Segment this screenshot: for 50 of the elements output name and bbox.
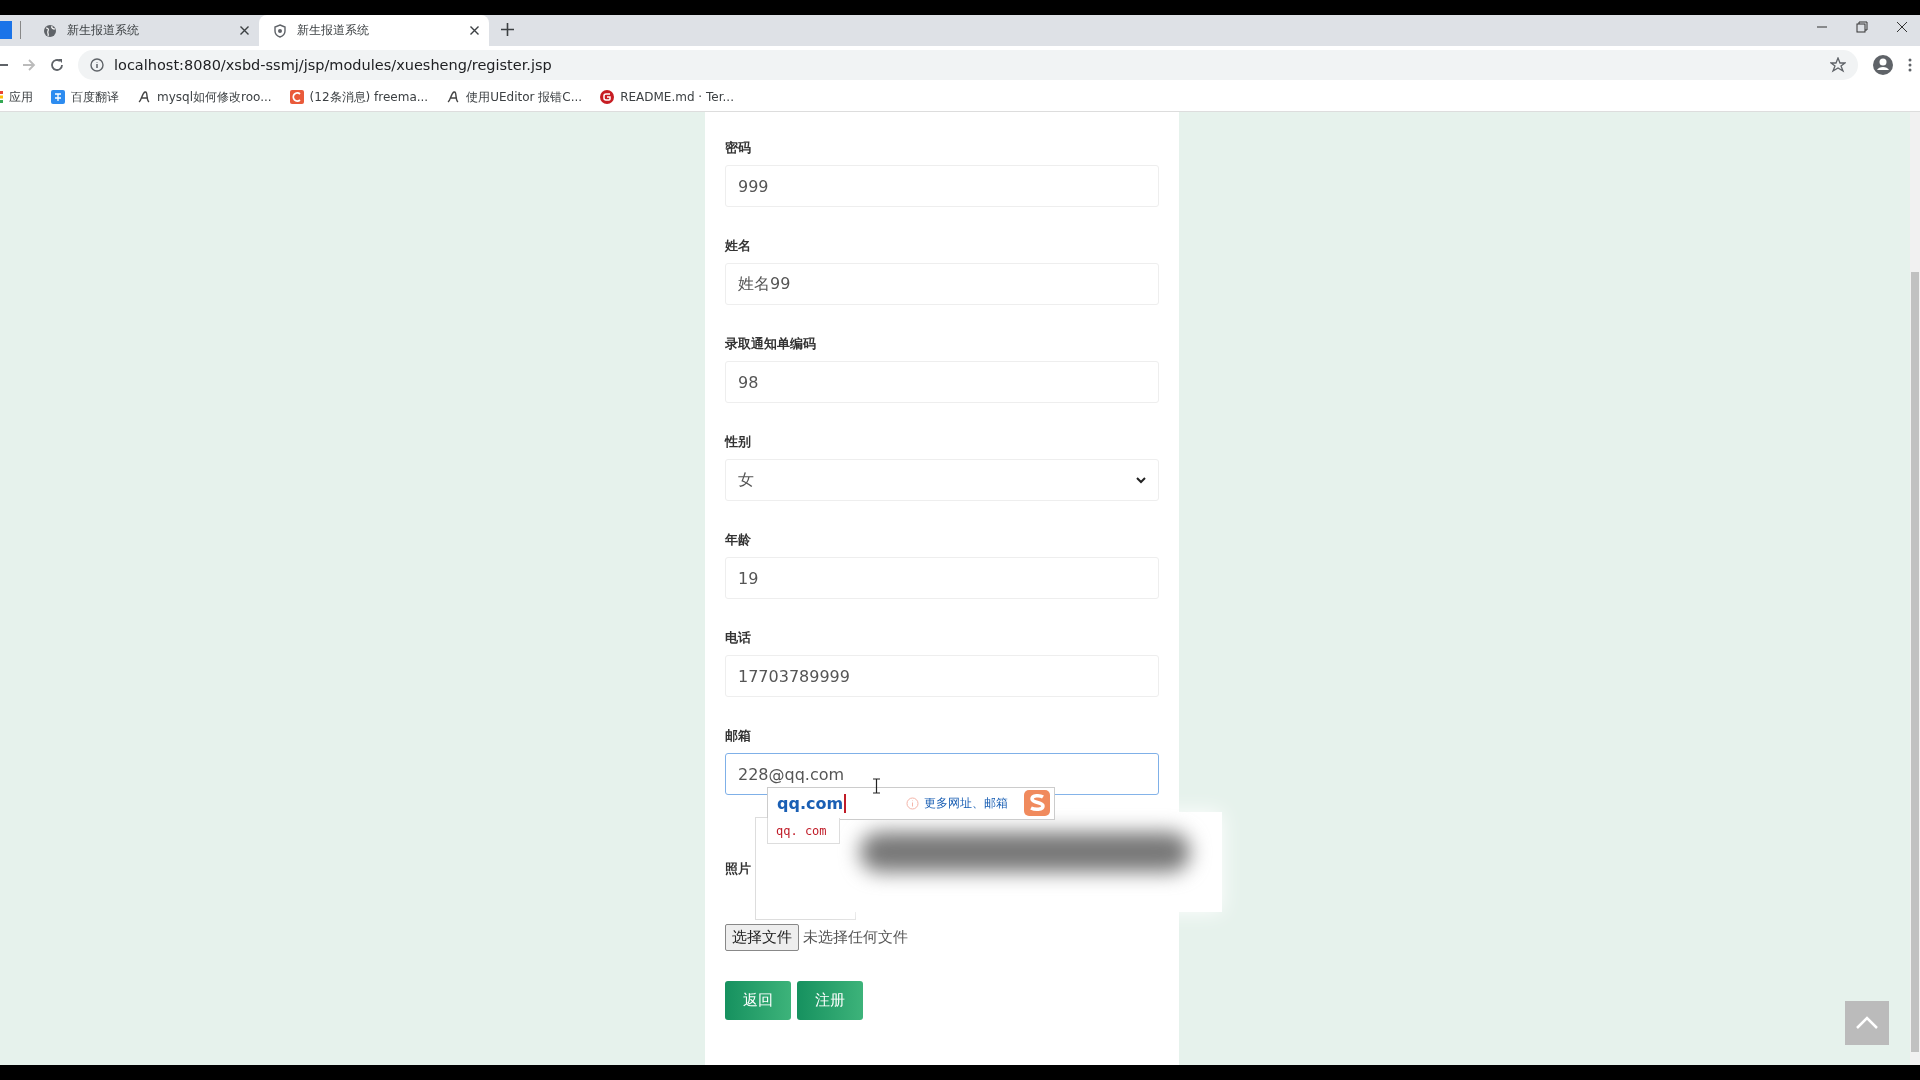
url-text: localhost:8080/xsbd-ssmj/jsp/modules/xuesheng/register.jsp xyxy=(114,56,553,73)
account-icon[interactable] xyxy=(1872,53,1894,76)
input-field[interactable]: 999 xyxy=(725,165,1159,207)
star-icon[interactable] xyxy=(1830,56,1846,73)
field-label: 密码 xyxy=(725,139,752,157)
select-dropdown[interactable]: 女 xyxy=(725,459,1159,501)
bookmark-link[interactable]: README.md · Ter... xyxy=(620,90,734,104)
browser-tab[interactable]: 新生报道系统 xyxy=(259,15,489,46)
field-label: 性别 xyxy=(725,433,752,451)
bookmark-link[interactable]: 使用UEditor 报错C... xyxy=(466,88,583,106)
bookmark-link[interactable]: mysql如何修改roo... xyxy=(157,88,272,106)
bookmark-link[interactable]: 应用 xyxy=(9,88,33,106)
file-status: 未选择任何文件 xyxy=(803,928,908,947)
field-label: 姓名 xyxy=(725,237,752,255)
browser-tab[interactable]: 新生报道系统 xyxy=(29,15,259,46)
input-field[interactable]: 17703789999 xyxy=(725,655,1159,697)
new-tab-icon[interactable] xyxy=(501,23,514,36)
choose-file-button[interactable]: 选择文件 xyxy=(725,924,799,951)
field-label: 年龄 xyxy=(725,531,752,549)
address-bar[interactable]: localhost:8080/xsbd-ssmj/jsp/modules/xuesheng/register.jsp xyxy=(78,49,1858,80)
close-icon[interactable] xyxy=(1896,21,1908,33)
input-field[interactable]: 98 xyxy=(725,361,1159,403)
text-cursor-icon xyxy=(872,778,881,794)
bookmark-link[interactable]: (12条消息) freema... xyxy=(309,88,429,106)
close-tab-icon[interactable] xyxy=(240,26,249,35)
scrollbar[interactable] xyxy=(1910,112,1920,1065)
more-link[interactable]: 更多网址、邮箱 xyxy=(924,795,1009,812)
shield-icon xyxy=(273,23,287,38)
letter-c-icon xyxy=(289,90,304,104)
apps-icon xyxy=(0,91,3,103)
field-label: 照片 xyxy=(725,859,751,878)
input-field[interactable]: 19 xyxy=(725,557,1159,599)
bookmark-link[interactable]: 百度翻译 xyxy=(71,88,119,106)
chevron-up-icon xyxy=(1855,1016,1879,1030)
close-tab-icon[interactable] xyxy=(470,26,479,35)
reload-icon[interactable] xyxy=(50,57,64,72)
ime-candidate[interactable]: qq. com xyxy=(767,818,840,844)
menu-icon[interactable] xyxy=(1908,57,1912,72)
globe-icon xyxy=(43,23,57,38)
field-label: 电话 xyxy=(725,629,752,647)
ime-composition: qq.com xyxy=(777,794,847,813)
info-icon xyxy=(90,57,104,72)
field-label: 录取通知单编码 xyxy=(725,335,817,353)
info-icon xyxy=(906,797,920,810)
translate-icon xyxy=(51,90,65,104)
chevron-down-icon xyxy=(1136,476,1146,484)
restore-icon[interactable] xyxy=(1856,21,1868,33)
field-label: 邮箱 xyxy=(725,727,752,745)
letter-g-icon xyxy=(600,90,615,104)
input-field[interactable]: 姓名99 xyxy=(725,263,1159,305)
